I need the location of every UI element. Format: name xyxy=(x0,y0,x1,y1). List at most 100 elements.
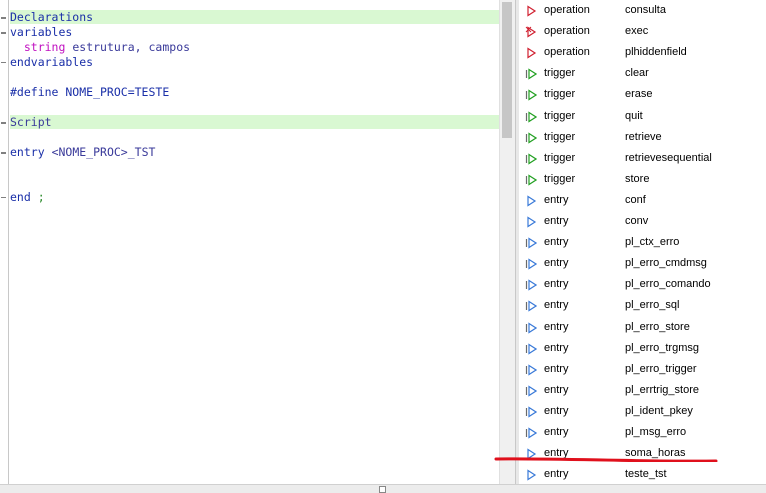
fold-end-marker xyxy=(1,62,6,63)
outline-item-name: plhiddenfield xyxy=(625,46,687,59)
scrollbar-thumb[interactable] xyxy=(502,2,512,138)
outline-item-kind: entry xyxy=(544,320,569,333)
trigger-icon xyxy=(525,110,537,123)
outline-item[interactable]: entry soma_horas xyxy=(519,443,766,464)
entry-icon xyxy=(527,448,537,460)
outline-item-kind: entry xyxy=(544,193,569,206)
fold-gutter xyxy=(0,0,9,484)
outline-item[interactable]: trigger store xyxy=(519,169,766,190)
entry-inherited-icon xyxy=(525,321,537,334)
outline-item-name: consulta xyxy=(625,4,666,16)
code-line-declarations[interactable]: Declarations xyxy=(10,10,499,24)
outline-item-name: clear xyxy=(625,67,649,80)
outline-item[interactable]: trigger retrievesequential xyxy=(519,148,766,169)
section-script: Script xyxy=(10,115,52,129)
outline-item[interactable]: entry conv xyxy=(519,211,766,232)
outline-item[interactable]: trigger clear xyxy=(519,63,766,84)
outline-item-kind: entry xyxy=(544,383,569,396)
outline-item[interactable]: entry conf xyxy=(519,190,766,211)
outline-item-kind: entry xyxy=(544,362,569,375)
outline-item-kind: entry xyxy=(544,299,569,312)
outline-item[interactable]: operation exec xyxy=(519,21,766,42)
entry-icon xyxy=(527,195,537,207)
outline-item[interactable]: operation consulta xyxy=(519,0,766,21)
outline-item-kind: trigger xyxy=(544,151,576,164)
outline-item[interactable]: trigger retrieve xyxy=(519,127,766,148)
outline-item-kind: entry xyxy=(544,236,569,249)
variable-names: estrutura, campos xyxy=(72,40,191,54)
entry-name: <NOME_PROC>_TST xyxy=(51,145,156,159)
code-line-end[interactable]: end ; xyxy=(10,190,499,204)
entry-inherited-icon xyxy=(525,342,537,355)
outline-item-kind: trigger xyxy=(544,67,576,80)
entry-inherited-icon xyxy=(525,279,537,291)
outline-item-name: pl_erro_sql xyxy=(625,299,680,312)
outline-item-name: exec xyxy=(625,25,649,38)
outline-item-name: soma_horas xyxy=(625,447,686,460)
outline-item-kind: entry xyxy=(544,257,569,270)
outline-item-name: pl_msg_erro xyxy=(625,426,687,438)
outline-item[interactable]: entry pl_erro_sql xyxy=(519,295,766,316)
outline-item-kind: entry xyxy=(544,404,569,417)
outline-item-name: pl_erro_trigger xyxy=(625,362,697,375)
outline-item-name: quit xyxy=(625,109,643,122)
fold-marker[interactable] xyxy=(1,152,6,154)
code-line-variables[interactable]: variables xyxy=(10,25,499,39)
keyword-endvariables: endvariables xyxy=(10,55,94,69)
outline-list[interactable]: operation consulta operation exec operation p… xyxy=(519,0,766,484)
outline-item-name: store xyxy=(625,172,650,185)
entry-inherited-icon xyxy=(525,237,537,249)
fold-marker[interactable] xyxy=(1,32,6,34)
outline-item-name: pl_ctx_erro xyxy=(625,236,680,249)
keyword-end: end xyxy=(10,190,31,204)
entry-inherited-icon xyxy=(525,300,537,312)
outline-item[interactable]: entry pl_erro_trgmsg xyxy=(519,338,766,359)
outline-item[interactable]: entry pl_erro_comando xyxy=(519,274,766,295)
code-editor[interactable]: Declarations variables string estrutura,… xyxy=(0,0,515,484)
outline-item-kind: entry xyxy=(544,447,569,460)
outline-item-name: conf xyxy=(625,193,646,206)
outline-item[interactable]: entry pl_errtrig_store xyxy=(519,380,766,401)
code-line-script[interactable]: Script xyxy=(10,115,499,129)
vertical-scrollbar[interactable] xyxy=(499,0,515,484)
fold-marker[interactable] xyxy=(1,122,6,124)
outline-item-kind: entry xyxy=(544,278,569,291)
outline-item-name: erase xyxy=(625,88,653,101)
outline-item[interactable]: entry pl_ctx_erro xyxy=(519,232,766,253)
section-declarations: Declarations xyxy=(10,10,94,24)
entry-inherited-icon xyxy=(525,385,537,397)
code-line-define[interactable]: #define NOME_PROC=TESTE xyxy=(10,85,499,99)
outline-item[interactable]: entry pl_erro_cmdmsg xyxy=(519,253,766,274)
outline-item[interactable]: operation plhiddenfield xyxy=(519,42,766,63)
outline-item-kind: entry xyxy=(544,341,569,354)
outline-item[interactable]: entry pl_msg_erro xyxy=(519,422,766,443)
outline-item-name: conv xyxy=(625,215,649,227)
keyword-entry: entry xyxy=(10,145,45,159)
keyword-string: string xyxy=(23,40,66,54)
operation-icon xyxy=(527,47,537,59)
trigger-icon xyxy=(525,174,537,186)
entry-inherited-icon xyxy=(525,406,537,418)
entry-icon xyxy=(527,216,537,228)
outline-item[interactable]: trigger erase xyxy=(519,84,766,105)
fold-end-marker xyxy=(1,197,6,198)
outline-item-name: pl_erro_comando xyxy=(625,278,711,291)
outline-item[interactable]: entry pl_ident_pkey xyxy=(519,401,766,422)
outline-item-name: retrieve xyxy=(625,130,662,143)
outline-item[interactable]: entry pl_erro_trigger xyxy=(519,359,766,380)
outline-item[interactable]: trigger quit xyxy=(519,106,766,127)
operation-private-icon xyxy=(525,26,537,38)
trigger-icon xyxy=(525,131,537,144)
outline-item-kind: operation xyxy=(544,4,590,16)
fold-marker[interactable] xyxy=(1,17,6,19)
outline-item[interactable]: entry teste_tst xyxy=(519,464,766,484)
entry-icon xyxy=(527,469,537,481)
code-line-endvariables[interactable]: endvariables xyxy=(10,55,499,69)
operation-icon xyxy=(527,5,537,17)
outline-item-name: retrievesequential xyxy=(625,151,712,164)
outline-item[interactable]: entry pl_erro_store xyxy=(519,317,766,338)
code-line-entry[interactable]: entry <NOME_PROC>_TST xyxy=(10,145,499,159)
entry-inherited-icon xyxy=(525,364,537,376)
code-line-string[interactable]: string estrutura, campos xyxy=(10,40,499,54)
trigger-icon xyxy=(525,153,537,165)
